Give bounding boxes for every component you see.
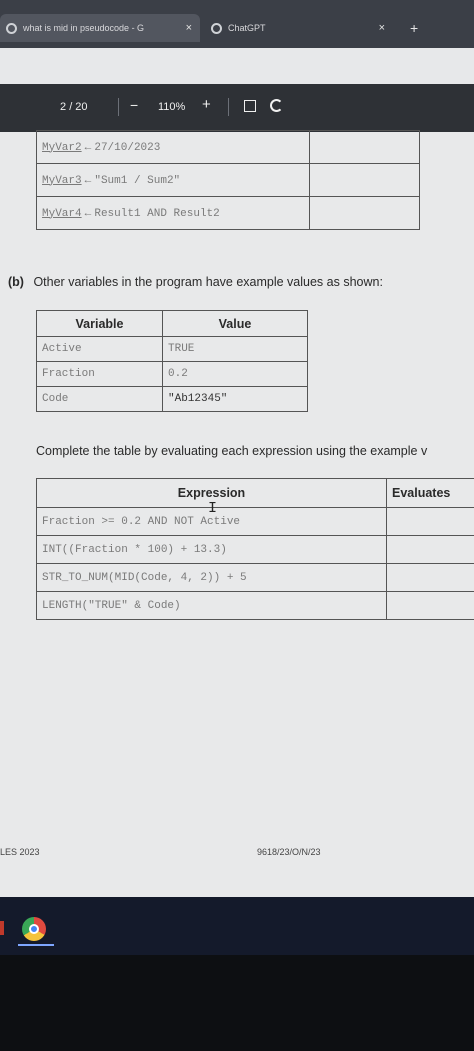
variable-name: Code bbox=[36, 386, 163, 412]
question-part-b: (b) Other variables in the program have … bbox=[8, 275, 383, 289]
zoom-level[interactable]: 110% bbox=[158, 101, 185, 113]
variable-value: "Ab12345" bbox=[162, 386, 308, 412]
answer-cell[interactable] bbox=[309, 196, 420, 230]
table-row: Fraction >= 0.2 AND NOT Active bbox=[36, 507, 474, 536]
table-row: MyVar4 ← Result1 AND Result2 bbox=[36, 196, 420, 230]
variable-name: Fraction bbox=[36, 361, 163, 387]
text-cursor-icon: I bbox=[208, 500, 218, 517]
table-row: Fraction 0.2 bbox=[36, 361, 308, 387]
var-name: MyVar3 bbox=[42, 174, 82, 187]
arrow: ← bbox=[84, 174, 92, 187]
assignment-table: MyVar2 ← 27/10/2023 MyVar3 ← "Sum1 / Sum… bbox=[36, 130, 420, 230]
var-value: 27/10/2023 bbox=[94, 141, 161, 154]
part-label: (b) bbox=[8, 275, 24, 289]
tab-title: what is mid in pseudocode - G bbox=[23, 23, 145, 33]
variable-value: TRUE bbox=[162, 336, 308, 362]
var-value: "Sum1 / Sum2" bbox=[94, 174, 181, 187]
table-row: MyVar3 ← "Sum1 / Sum2" bbox=[36, 163, 420, 197]
table-cell: MyVar2 ← 27/10/2023 bbox=[36, 130, 310, 164]
column-header: Variable bbox=[36, 310, 163, 337]
answer-cell[interactable] bbox=[386, 591, 474, 620]
table-row: LENGTH("TRUE" & Code) bbox=[36, 591, 474, 620]
page-total: / 20 bbox=[69, 101, 88, 113]
instruction-text: Complete the table by evaluating each ex… bbox=[36, 444, 428, 458]
table-row: INT((Fraction * 100) + 13.3) bbox=[36, 535, 474, 564]
answer-cell[interactable] bbox=[309, 163, 420, 197]
chrome-icon[interactable] bbox=[22, 917, 46, 941]
tab-chatgpt[interactable]: ChatGPT × bbox=[205, 14, 445, 42]
var-name: MyVar4 bbox=[42, 207, 82, 220]
new-tab-button[interactable]: + bbox=[410, 20, 418, 36]
address-bar-area bbox=[0, 48, 474, 84]
expression: LENGTH("TRUE" & Code) bbox=[36, 591, 387, 620]
table-row: STR_TO_NUM(MID(Code, 4, 2)) + 5 bbox=[36, 563, 474, 592]
zoom-out-button[interactable]: − bbox=[130, 97, 138, 113]
column-header: Value bbox=[162, 310, 308, 337]
expression: INT((Fraction * 100) + 13.3) bbox=[36, 535, 387, 564]
arrow: ← bbox=[84, 141, 92, 154]
taskbar-indicator bbox=[0, 921, 4, 935]
table-row: MyVar2 ← 27/10/2023 bbox=[36, 130, 420, 164]
table-row: Code "Ab12345" bbox=[36, 386, 308, 412]
document-page: MyVar2 ← 27/10/2023 MyVar3 ← "Sum1 / Sum… bbox=[0, 130, 474, 897]
zoom-in-button[interactable]: + bbox=[202, 96, 211, 113]
answer-cell[interactable] bbox=[386, 563, 474, 592]
var-name: MyVar2 bbox=[42, 141, 82, 154]
variable-name: Active bbox=[36, 336, 163, 362]
chatgpt-icon bbox=[211, 22, 222, 34]
divider bbox=[118, 98, 119, 116]
footer-code: 9618/23/O/N/23 bbox=[257, 847, 321, 857]
answer-cell[interactable] bbox=[386, 507, 474, 536]
page-indicator[interactable]: 2 / 20 bbox=[60, 101, 88, 113]
rotate-icon[interactable] bbox=[270, 99, 283, 112]
tab-search[interactable]: what is mid in pseudocode - G × bbox=[0, 14, 200, 42]
expression-table: Expression Evaluates Fraction >= 0.2 AND… bbox=[36, 478, 474, 620]
active-app-indicator bbox=[18, 944, 54, 946]
table-row: Active TRUE bbox=[36, 336, 308, 362]
close-tab-icon[interactable]: × bbox=[379, 22, 385, 34]
pdf-toolbar: 2 / 20 − 110% + bbox=[0, 84, 474, 132]
variable-value: 0.2 bbox=[162, 361, 308, 387]
table-header-row: Expression Evaluates bbox=[36, 478, 474, 508]
taskbar bbox=[0, 897, 474, 955]
page-number[interactable]: 2 bbox=[60, 101, 66, 113]
table-cell: MyVar4 ← Result1 AND Result2 bbox=[36, 196, 310, 230]
arrow: ← bbox=[84, 207, 92, 220]
table-cell: MyVar3 ← "Sum1 / Sum2" bbox=[36, 163, 310, 197]
answer-cell[interactable] bbox=[309, 130, 420, 164]
google-icon bbox=[6, 22, 17, 34]
answer-cell[interactable] bbox=[386, 535, 474, 564]
browser-tab-bar: what is mid in pseudocode - G × ChatGPT … bbox=[0, 0, 474, 48]
variables-table: Variable Value Active TRUE Fraction 0.2 … bbox=[36, 310, 308, 412]
var-value: Result1 AND Result2 bbox=[94, 207, 220, 220]
tab-title: ChatGPT bbox=[228, 23, 266, 33]
column-header: Evaluates bbox=[386, 478, 474, 508]
fit-page-icon[interactable] bbox=[244, 100, 256, 112]
question-text: Other variables in the program have exam… bbox=[33, 275, 383, 289]
close-tab-icon[interactable]: × bbox=[186, 22, 192, 34]
divider bbox=[228, 98, 229, 116]
footer-left: LES 2023 bbox=[0, 847, 40, 857]
table-header-row: Variable Value bbox=[36, 310, 308, 337]
expression: STR_TO_NUM(MID(Code, 4, 2)) + 5 bbox=[36, 563, 387, 592]
